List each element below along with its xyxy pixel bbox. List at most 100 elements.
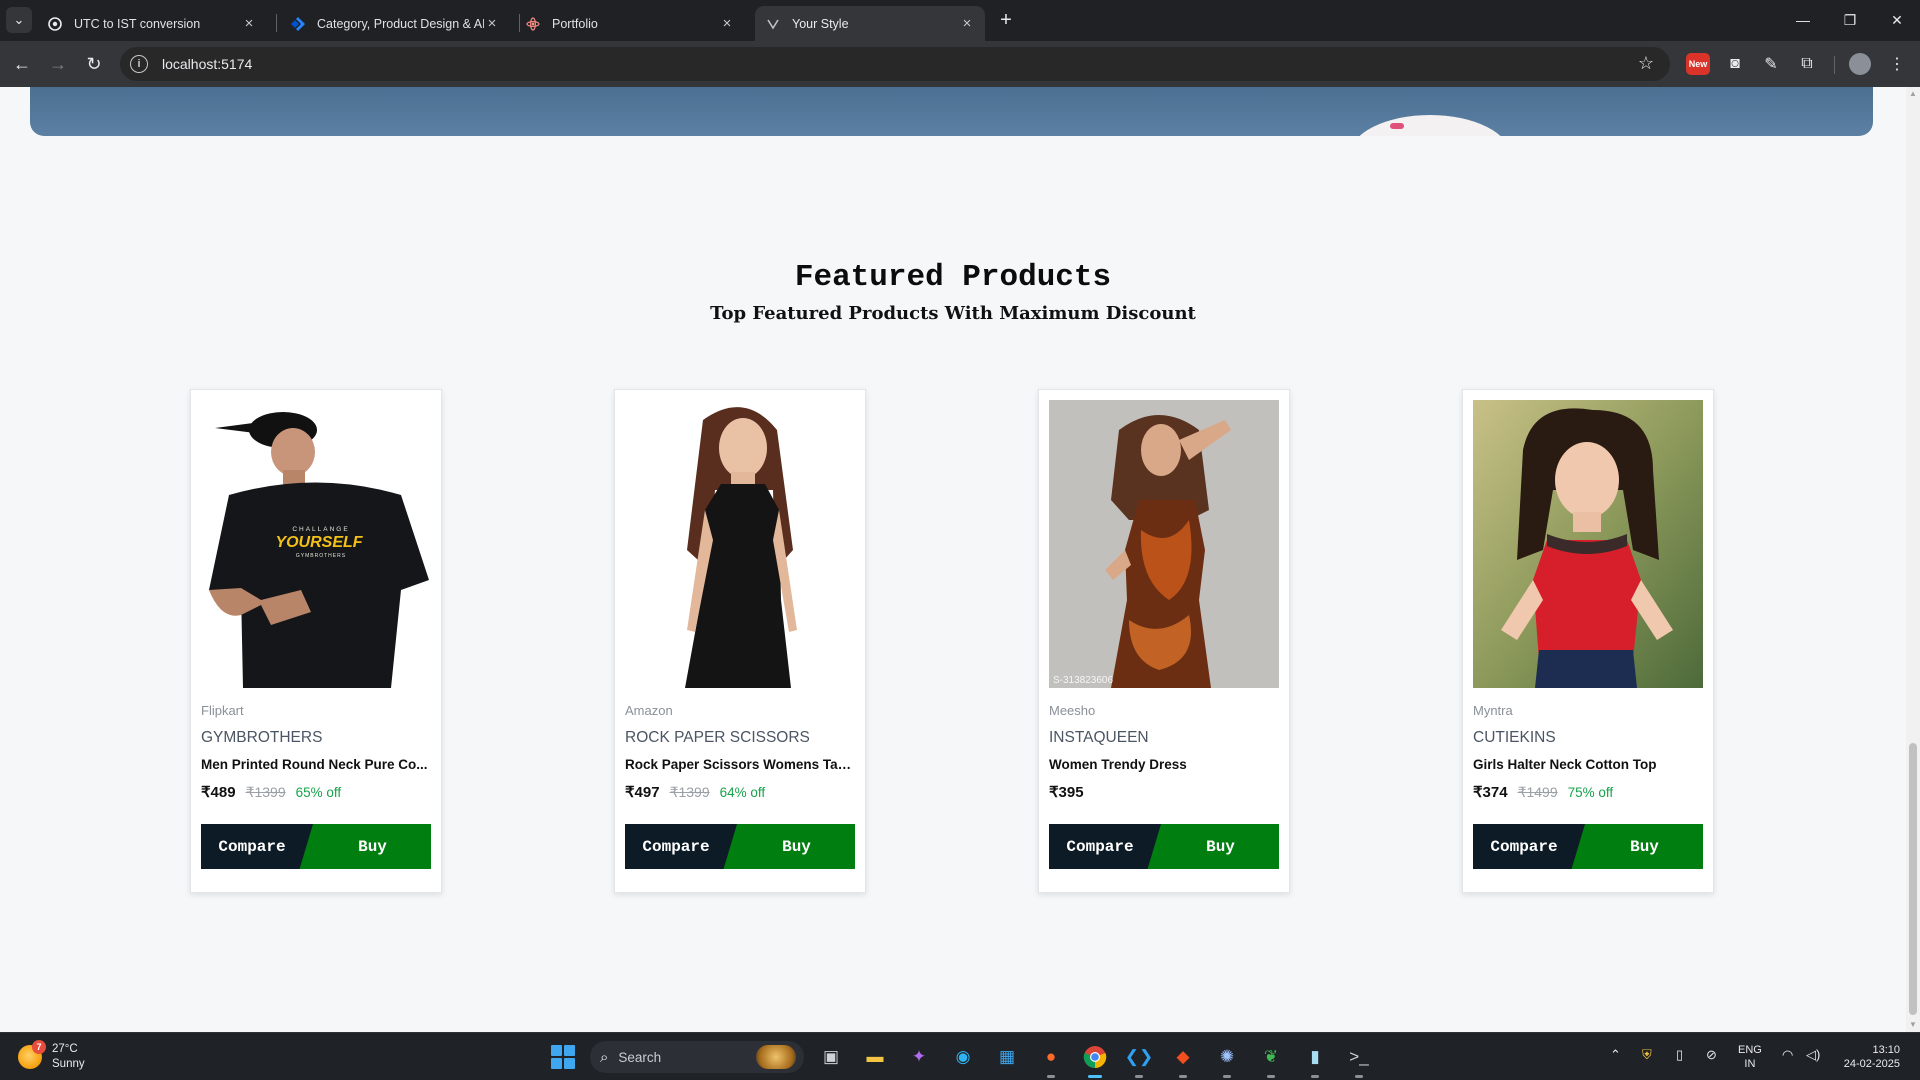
scroll-up-arrow-icon[interactable]: ▲ (1906, 87, 1920, 101)
language-indicator[interactable]: ENG IN (1738, 1043, 1762, 1071)
edge-icon[interactable]: ◉ (948, 1042, 978, 1072)
search-icon: ⌕ (600, 1048, 609, 1066)
taskbar-search-placeholder: Search (618, 1049, 662, 1065)
windows-start-icon[interactable] (551, 1045, 575, 1069)
back-arrow-icon[interactable]: ← (8, 50, 36, 78)
system-clock[interactable]: 13:10 24-02-2025 (1836, 1043, 1900, 1071)
volume-icon[interactable]: ◁) (1806, 1047, 1820, 1063)
mongodb-icon[interactable]: ❦ (1256, 1042, 1286, 1078)
extension-new-badge-icon[interactable]: New (1686, 53, 1710, 75)
app-launcher-icon[interactable]: ✺ (1212, 1042, 1242, 1078)
minimize-icon[interactable]: — (1780, 0, 1826, 40)
tab-title: Portfolio (552, 16, 598, 31)
close-tab-icon[interactable]: × (484, 15, 500, 32)
close-tab-icon[interactable]: × (719, 15, 735, 32)
microsoft-store-icon[interactable]: ▦ (992, 1042, 1022, 1072)
scroll-down-arrow-icon[interactable]: ▼ (1906, 1018, 1920, 1032)
shirt-print-line2: YOURSELF (275, 534, 363, 551)
product-discount: 65% off (295, 785, 342, 800)
figma-icon[interactable]: ◆ (1168, 1042, 1198, 1078)
product-name[interactable]: Girls Halter Neck Cotton Top (1473, 757, 1705, 772)
buy-button[interactable]: Buy (1568, 824, 1703, 869)
profile-avatar-icon[interactable] (1849, 53, 1871, 75)
close-tab-icon[interactable]: × (959, 15, 975, 32)
product-card[interactable]: S-313823606 Meesho INSTAQUEEN Women Tren… (1038, 389, 1290, 893)
reload-icon[interactable]: ↻ (80, 50, 108, 78)
defender-shield-icon[interactable]: ⛨ (1642, 1047, 1652, 1063)
usb-device-icon[interactable]: ▯ (1676, 1047, 1683, 1063)
tab-title: Category, Product Design & AP (317, 16, 484, 31)
file-explorer-icon[interactable]: ▬ (860, 1042, 890, 1072)
browser-menu-kebab-icon[interactable]: ⋮ (1884, 51, 1910, 77)
compare-button[interactable]: Compare (1049, 824, 1161, 869)
buy-button[interactable]: Buy (720, 824, 855, 869)
product-prices: ₹497 ₹1399 64% off (625, 783, 765, 801)
product-store: Amazon (625, 703, 673, 718)
camera-extension-icon[interactable]: ◙ (1722, 51, 1748, 77)
compare-button[interactable]: Compare (201, 824, 313, 869)
product-image[interactable]: CHALLANGE YOURSELF GYMBROTHERS (201, 400, 431, 688)
compare-button[interactable]: Compare (1473, 824, 1585, 869)
buy-button[interactable]: Buy (296, 824, 431, 869)
chrome-icon[interactable] (1080, 1042, 1110, 1078)
task-view-icon[interactable]: ▣ (816, 1042, 846, 1072)
bookmark-star-icon[interactable]: ☆ (1638, 53, 1654, 74)
vscode-icon[interactable]: ❮❯ (1124, 1042, 1154, 1078)
tab-title: UTC to IST conversion (74, 16, 201, 31)
windows-taskbar: 7 27°C Sunny ⌕ Search ▣ ▬ ✦ ◉ ▦ ● ❮❯ ◆ ✺… (0, 1032, 1920, 1080)
tab-category-product-design[interactable]: Category, Product Design & AP × (280, 6, 510, 41)
tab-utc-to-ist[interactable]: UTC to IST conversion × (37, 6, 267, 41)
network-offline-icon[interactable]: ⊘ (1706, 1047, 1717, 1063)
forward-arrow-icon[interactable]: → (44, 50, 72, 78)
featured-products-title: Featured Products (794, 260, 1112, 295)
site-info-icon[interactable]: i (130, 55, 148, 73)
product-actions: Compare Buy (1049, 824, 1279, 869)
compare-button[interactable]: Compare (625, 824, 737, 869)
hero-banner-accent (1390, 123, 1404, 129)
window-close-icon[interactable]: ✕ (1874, 0, 1920, 40)
product-image[interactable]: S-313823606 (1049, 400, 1279, 688)
lang-line1: ENG (1738, 1044, 1762, 1056)
postman-icon[interactable]: ● (1036, 1042, 1066, 1078)
address-bar[interactable]: i localhost:5174 ☆ (120, 47, 1670, 81)
browser-tabstrip: ⌄ UTC to IST conversion × Category, Prod… (0, 0, 1920, 41)
taskbar-search[interactable]: ⌕ Search (590, 1041, 804, 1073)
tab-your-style[interactable]: Your Style × (755, 6, 985, 41)
tab-search-chevron-icon[interactable]: ⌄ (6, 7, 32, 33)
product-mrp: ₹1399 (245, 784, 286, 800)
chatgpt-icon (47, 16, 63, 32)
eyedropper-extension-icon[interactable]: ✎ (1758, 51, 1784, 77)
product-discount: 75% off (1567, 785, 1614, 800)
copilot-icon[interactable]: ✦ (904, 1042, 934, 1072)
product-prices: ₹374 ₹1499 75% off (1473, 783, 1613, 801)
tray-chevron-up-icon[interactable]: ⌃ (1610, 1047, 1621, 1063)
scrollbar-thumb[interactable] (1909, 743, 1917, 1015)
product-brand: GYMBROTHERS (201, 729, 323, 746)
terminal-icon[interactable]: >_ (1344, 1042, 1374, 1078)
wifi-icon[interactable]: ◠ (1782, 1047, 1793, 1063)
tab-title: Your Style (792, 16, 849, 31)
close-tab-icon[interactable]: × (241, 15, 257, 32)
product-card[interactable]: Myntra CUTIEKINS Girls Halter Neck Cotto… (1462, 389, 1714, 893)
page-scrollbar[interactable]: ▲ ▼ (1906, 87, 1920, 1032)
tab-portfolio[interactable]: Portfolio × (515, 6, 745, 41)
buy-button[interactable]: Buy (1144, 824, 1279, 869)
product-name[interactable]: Men Printed Round Neck Pure Co... (201, 757, 433, 772)
product-card[interactable]: Amazon ROCK PAPER SCISSORS Rock Paper Sc… (614, 389, 866, 893)
product-actions: Compare Buy (201, 824, 431, 869)
restore-icon[interactable]: ❐ (1827, 0, 1873, 40)
product-name[interactable]: Women Trendy Dress (1049, 757, 1281, 772)
product-card[interactable]: CHALLANGE YOURSELF GYMBROTHERS Flipkart … (190, 389, 442, 893)
sun-weather-icon: 7 (18, 1040, 46, 1069)
weather-badge: 7 (32, 1040, 46, 1054)
database-tool-icon[interactable]: ▮ (1300, 1042, 1330, 1078)
url-text[interactable]: localhost:5174 (162, 56, 252, 72)
weather-widget[interactable]: 7 27°C Sunny (18, 1040, 85, 1072)
product-name[interactable]: Rock Paper Scissors Womens Tan... (625, 757, 857, 772)
lang-line2: IN (1744, 1058, 1756, 1070)
product-image[interactable] (625, 400, 855, 688)
new-tab-plus-icon[interactable]: + (993, 8, 1019, 34)
product-image[interactable] (1473, 400, 1703, 688)
extensions-puzzle-icon[interactable]: ⧉ (1794, 51, 1820, 77)
site-icon (765, 16, 781, 32)
